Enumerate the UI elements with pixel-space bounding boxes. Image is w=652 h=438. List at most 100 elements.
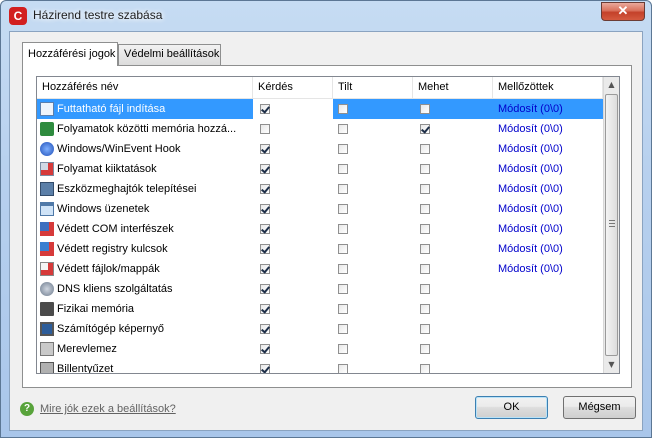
mehet-checkbox[interactable] <box>420 164 430 174</box>
mehet-checkbox[interactable] <box>420 144 430 154</box>
mehet-checkbox[interactable] <box>420 224 430 234</box>
column-header-tilt[interactable]: Tilt <box>333 77 413 99</box>
table-row[interactable]: DNS kliens szolgáltatás <box>37 279 605 299</box>
scroll-down-arrow-icon[interactable]: ▼ <box>604 357 619 373</box>
tilt-checkbox[interactable] <box>338 324 348 334</box>
column-header-kerdes[interactable]: Kérdés <box>253 77 333 99</box>
tilt-checkbox[interactable] <box>338 184 348 194</box>
table-row[interactable]: Számítógép képernyő <box>37 319 605 339</box>
tilt-checkbox[interactable] <box>338 304 348 314</box>
column-header-mellozottek[interactable]: Mellőzöttek <box>493 77 603 99</box>
mehet-checkbox[interactable] <box>420 244 430 254</box>
modify-exclusions-link[interactable]: Módosít (0\0) <box>498 99 563 119</box>
row-name-label: Folyamatok közötti memória hozzá... <box>57 123 237 135</box>
mehet-checkbox[interactable] <box>420 124 430 134</box>
kerdes-checkbox[interactable] <box>260 224 270 234</box>
row-selection-highlight <box>333 99 605 119</box>
com-interface-icon <box>40 222 54 236</box>
modify-exclusions-link[interactable]: Módosít (0\0) <box>498 139 563 159</box>
help-link[interactable]: Mire jók ezek a beállítások? <box>40 402 176 416</box>
column-header-mehet[interactable]: Mehet <box>413 77 493 99</box>
tab-access-rights[interactable]: Hozzáférési jogok <box>22 42 118 66</box>
row-name-label: Fizikai memória <box>57 303 135 315</box>
tilt-checkbox[interactable] <box>338 284 348 294</box>
row-name-label: Védett fájlok/mappák <box>57 263 160 275</box>
row-name-label: Védett COM interfészek <box>57 223 174 235</box>
mehet-checkbox[interactable] <box>420 284 430 294</box>
tilt-checkbox[interactable] <box>338 344 348 354</box>
cancel-button[interactable]: Mégsem <box>563 396 636 419</box>
row-name-label: DNS kliens szolgáltatás <box>57 283 173 295</box>
kerdes-checkbox[interactable] <box>260 184 270 194</box>
ok-button[interactable]: OK <box>475 396 548 419</box>
table-row[interactable]: Windows üzenetek Módosít (0\0) <box>37 199 605 219</box>
kerdes-checkbox[interactable] <box>260 144 270 154</box>
tilt-checkbox[interactable] <box>338 204 348 214</box>
kerdes-checkbox[interactable] <box>260 344 270 354</box>
hook-icon <box>40 142 54 156</box>
tilt-checkbox[interactable] <box>338 364 348 373</box>
vertical-scrollbar[interactable]: ▲ ▼ <box>603 77 619 373</box>
tab-protection-settings[interactable]: Védelmi beállítások <box>118 44 221 65</box>
dns-icon <box>40 282 54 296</box>
kerdes-checkbox[interactable] <box>260 124 270 134</box>
memory-access-icon <box>40 122 54 136</box>
mehet-checkbox[interactable] <box>420 304 430 314</box>
table-row[interactable]: Merevlemez <box>37 339 605 359</box>
modify-exclusions-link[interactable]: Módosít (0\0) <box>498 119 563 139</box>
modify-exclusions-link[interactable]: Módosít (0\0) <box>498 199 563 219</box>
mehet-checkbox[interactable] <box>420 344 430 354</box>
window-title: Házirend testre szabása <box>33 8 163 22</box>
kerdes-checkbox[interactable] <box>260 304 270 314</box>
title-bar[interactable]: C Házirend testre szabása ✕ <box>1 1 651 31</box>
monitor-icon <box>40 322 54 336</box>
row-name-label: Billentyűzet <box>57 363 114 374</box>
close-button[interactable]: ✕ <box>601 2 645 21</box>
table-row[interactable]: Billentyűzet <box>37 359 605 374</box>
kerdes-checkbox[interactable] <box>260 324 270 334</box>
mehet-checkbox[interactable] <box>420 324 430 334</box>
kerdes-checkbox[interactable] <box>260 244 270 254</box>
mehet-checkbox[interactable] <box>420 264 430 274</box>
table-row[interactable]: Windows/WinEvent Hook Módosít (0\0) <box>37 139 605 159</box>
modify-exclusions-link[interactable]: Módosít (0\0) <box>498 159 563 179</box>
tilt-checkbox[interactable] <box>338 264 348 274</box>
scrollbar-thumb[interactable] <box>605 94 618 356</box>
tilt-checkbox[interactable] <box>338 224 348 234</box>
driver-install-icon <box>40 182 54 196</box>
table-row[interactable]: Védett COM interfészek Módosít (0\0) <box>37 219 605 239</box>
modify-exclusions-link[interactable]: Módosít (0\0) <box>498 259 563 279</box>
grip-icon <box>609 220 615 227</box>
kerdes-checkbox[interactable] <box>260 164 270 174</box>
table-row[interactable]: Fizikai memória <box>37 299 605 319</box>
column-header-name[interactable]: Hozzáférés név <box>37 77 253 99</box>
kerdes-checkbox[interactable] <box>260 204 270 214</box>
tilt-checkbox[interactable] <box>338 124 348 134</box>
mehet-checkbox[interactable] <box>420 364 430 373</box>
kerdes-checkbox[interactable] <box>260 264 270 274</box>
tilt-checkbox[interactable] <box>338 244 348 254</box>
table-row[interactable]: Védett fájlok/mappák Módosít (0\0) <box>37 259 605 279</box>
table-row[interactable]: Védett registry kulcsok Módosít (0\0) <box>37 239 605 259</box>
tilt-checkbox[interactable] <box>338 144 348 154</box>
mehet-checkbox[interactable] <box>420 104 430 114</box>
kerdes-checkbox[interactable] <box>260 104 270 114</box>
modify-exclusions-link[interactable]: Módosít (0\0) <box>498 179 563 199</box>
mehet-checkbox[interactable] <box>420 204 430 214</box>
table-row[interactable]: Folyamat kiiktatások Módosít (0\0) <box>37 159 605 179</box>
modify-exclusions-link[interactable]: Módosít (0\0) <box>498 219 563 239</box>
modify-exclusions-link[interactable]: Módosít (0\0) <box>498 239 563 259</box>
table-row[interactable]: Futtatható fájl indítása Módosít (0\0) <box>37 99 605 119</box>
access-rights-list[interactable]: Hozzáférés név Kérdés Tilt Mehet Mellőzö… <box>36 76 620 374</box>
app-logo-icon: C <box>9 7 27 25</box>
scroll-up-arrow-icon[interactable]: ▲ <box>604 77 619 93</box>
help-icon: ? <box>20 402 34 416</box>
kerdes-checkbox[interactable] <box>260 364 270 373</box>
table-row[interactable]: Folyamatok közötti memória hozzá... Módos… <box>37 119 605 139</box>
table-row[interactable]: Eszközmeghajtók telepítései Módosít (0\0) <box>37 179 605 199</box>
executable-icon <box>40 102 54 116</box>
kerdes-checkbox[interactable] <box>260 284 270 294</box>
mehet-checkbox[interactable] <box>420 184 430 194</box>
tilt-checkbox[interactable] <box>338 104 348 114</box>
tilt-checkbox[interactable] <box>338 164 348 174</box>
